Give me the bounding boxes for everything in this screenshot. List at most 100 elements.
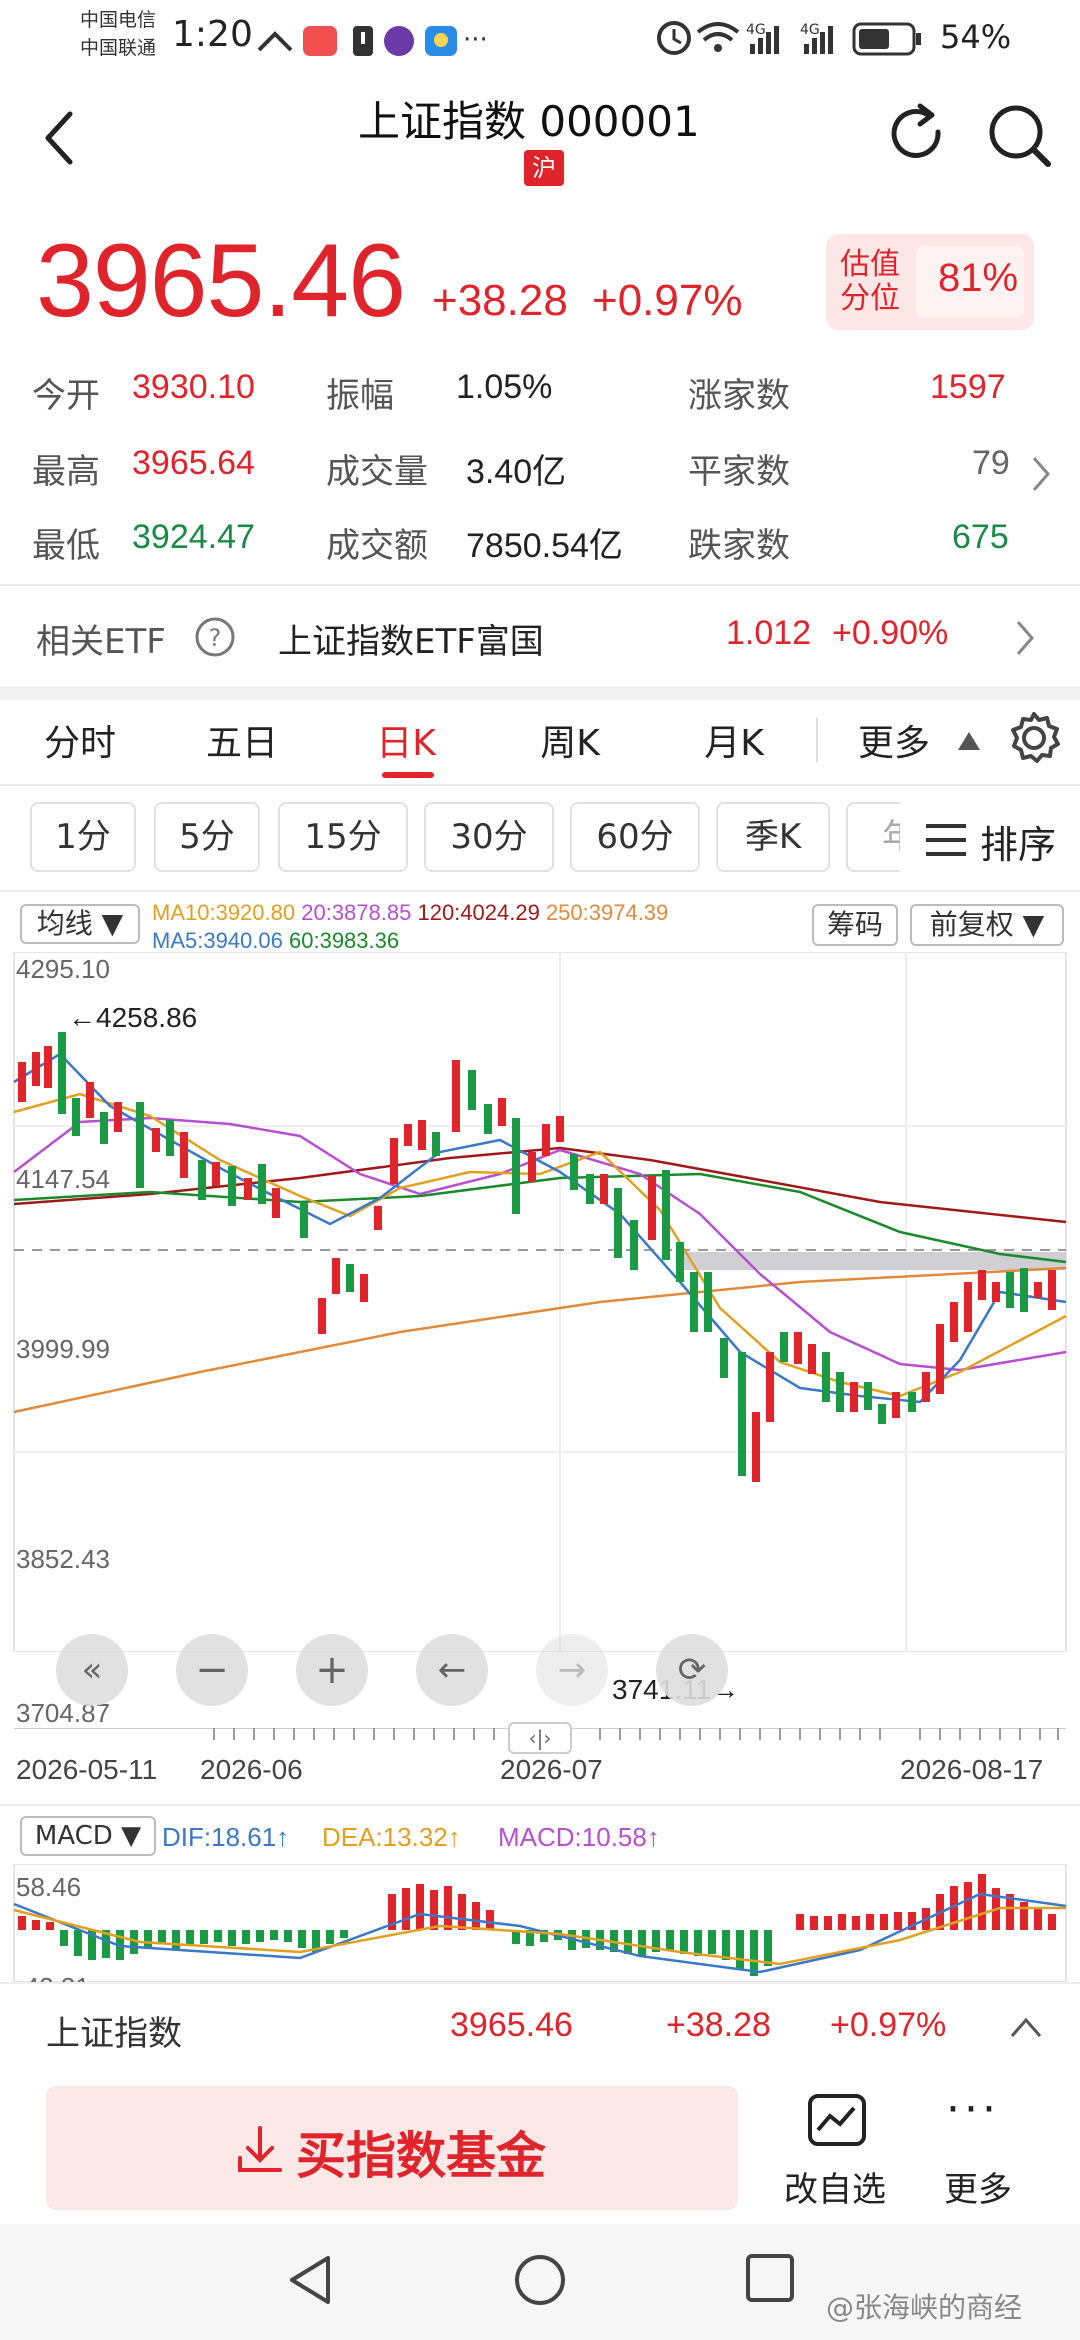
status-time: 1:20 <box>172 14 253 55</box>
stat-unchanged-label: 平家数 <box>688 452 790 492</box>
more-dots-icon[interactable]: ··· <box>946 2084 1000 2135</box>
macd-value: MACD:10.58↑ <box>498 1822 660 1852</box>
adjust-selector[interactable]: 前复权 ▼ <box>910 904 1064 946</box>
scroll-left-button[interactable]: ← <box>416 1634 488 1706</box>
nav-back-icon[interactable] <box>284 2252 336 2308</box>
refresh-icon[interactable] <box>884 102 950 168</box>
tab-daily-k[interactable]: 日K <box>356 714 456 766</box>
kline-chart[interactable]: 均线 ▼ MA10:3920.80 20:3878.85 120:4024.29… <box>0 892 1080 2002</box>
battery-percent: 54% <box>940 18 1012 56</box>
carrier-1: 中国电信 <box>80 9 157 31</box>
download-arrow-icon <box>238 2126 282 2172</box>
tab-weekly-k[interactable]: 周K <box>520 714 620 766</box>
zoom-out-button[interactable]: − <box>176 1634 248 1706</box>
ticker-change-pct: +0.97% <box>830 2006 947 2044</box>
stat-high-label: 最高 <box>32 452 100 492</box>
stat-open-value: 3930.10 <box>132 368 255 406</box>
ma250-label: 250:3974.39 <box>545 900 669 925</box>
ma-selector-label: 均线 <box>36 907 93 940</box>
valuation-label-2: 分位 <box>840 281 900 316</box>
price-change: +38.28 <box>432 276 568 325</box>
sort-button[interactable]: 排序 <box>980 814 1056 869</box>
adjust-selector-label: 前复权 <box>929 908 1014 941</box>
menu-icon[interactable] <box>924 820 968 860</box>
period-1min[interactable]: 1分 <box>30 802 136 872</box>
chip-distribution-button[interactable]: 筹码 <box>812 904 898 946</box>
edit-watchlist-icon[interactable] <box>806 2092 868 2150</box>
chevron-up-icon[interactable] <box>1008 2014 1044 2040</box>
svg-text:4G: 4G <box>746 22 766 38</box>
notification-icons: ··· <box>257 25 485 56</box>
valuation-badge[interactable]: 估值 分位 81% <box>826 234 1034 330</box>
ma60-label: 60:3983.36 <box>289 928 400 953</box>
nav-home-icon[interactable] <box>512 2252 568 2308</box>
stat-high-value: 3965.64 <box>132 444 255 482</box>
current-price: 3965.46 <box>36 223 406 339</box>
x-label-end: 2026-08-17 <box>900 1754 1044 1785</box>
stat-unchanged-value: 79 <box>972 444 1010 482</box>
x-label-july: 2026-07 <box>500 1754 603 1785</box>
stat-turnover-value: 7850.54亿 <box>466 527 623 565</box>
period-quarter-k[interactable]: 季K <box>716 802 830 872</box>
section-gap <box>0 686 1080 700</box>
tab-more[interactable]: 更多 <box>858 714 930 766</box>
zoom-in-button[interactable]: + <box>296 1634 368 1706</box>
period-15min[interactable]: 15分 <box>278 802 408 872</box>
buy-button-label: 买指数基金 <box>296 2127 546 2185</box>
tab-intraday[interactable]: 分时 <box>30 714 130 766</box>
indicator-selector-label: MACD <box>34 1821 113 1851</box>
ma-legend-row-1: MA10:3920.80 20:3878.85 120:4024.29 250:… <box>152 900 668 926</box>
period-5min[interactable]: 5分 <box>154 802 260 872</box>
action-bar: 买指数基金 改自选 ··· 更多 <box>0 2074 1080 2224</box>
question-circle-icon[interactable]: ? <box>194 616 236 658</box>
stat-amplitude-label: 振幅 <box>326 376 394 416</box>
back-arrow-icon[interactable] <box>40 108 80 168</box>
etf-change: +0.90% <box>832 614 949 652</box>
gear-icon[interactable] <box>1006 710 1062 766</box>
macd-dif: DIF:18.61↑ <box>162 1822 290 1852</box>
valuation-value: 81% <box>938 256 1019 300</box>
macd-plot[interactable] <box>0 1864 1080 1982</box>
y-label-2: 4147.54 <box>16 1164 110 1194</box>
stat-decliners-label: 跌家数 <box>688 526 790 566</box>
buy-index-fund-button[interactable]: 买指数基金 <box>46 2086 738 2210</box>
stat-low-label: 最低 <box>32 526 100 566</box>
tab-five-day[interactable]: 五日 <box>192 714 292 766</box>
macd-dea: DEA:13.32↑ <box>322 1822 461 1852</box>
ma20-label: 20:3878.85 <box>301 900 412 925</box>
scroll-right-button[interactable]: → <box>536 1634 608 1706</box>
kline-plot[interactable] <box>0 952 1080 1652</box>
stat-turnover-label: 成交额 <box>326 526 428 566</box>
triangle-up-icon <box>958 732 980 750</box>
indicator-selector[interactable]: MACD ▼ <box>20 1816 156 1856</box>
status-bar: 中国电信 中国联通 1:20 ··· 4G 4G 54% <box>0 0 1080 78</box>
system-icons: 4G 4G <box>657 21 921 56</box>
period-30min[interactable]: 30分 <box>424 802 554 872</box>
watermark: @张海峡的商经 <box>826 2291 1023 2324</box>
more-label[interactable]: 更多 <box>944 2162 1012 2211</box>
ma120-label: 120:4024.29 <box>417 900 540 925</box>
ma-selector[interactable]: 均线 ▼ <box>20 904 140 944</box>
bottom-ticker[interactable]: 上证指数 3965.46 +38.28 +0.97% <box>0 1982 1080 2072</box>
ma5-label: MA5:3940.06 <box>152 928 283 953</box>
stat-decliners-value: 675 <box>952 518 1009 556</box>
scroll-left-fast-button[interactable]: « <box>56 1634 128 1706</box>
etf-name: 上证指数ETF富国 <box>278 622 544 662</box>
chevron-right-icon[interactable] <box>1014 618 1038 658</box>
tab-monthly-k[interactable]: 月K <box>684 714 784 766</box>
related-etf-row[interactable]: 相关ETF ? 上证指数ETF富国 1.012 +0.90% <box>0 586 1080 686</box>
nav-recents-icon[interactable] <box>744 2252 796 2304</box>
edit-watchlist-label[interactable]: 改自选 <box>784 2162 886 2211</box>
ma-legend-row-2: MA5:3940.06 60:3983.36 <box>152 928 399 954</box>
stat-low-value: 3924.47 <box>132 518 255 556</box>
period-selector: 1分 5分 15分 30分 60分 季K 年 排序 <box>0 786 1080 890</box>
stat-volume-value: 3.40亿 <box>466 453 567 491</box>
period-60min[interactable]: 60分 <box>570 802 700 872</box>
drag-handle[interactable]: ‹|› <box>508 1722 572 1754</box>
x-label-start: 2026-05-11 <box>16 1754 158 1785</box>
svg-text:4G: 4G <box>800 22 820 38</box>
rotate-screen-button[interactable]: ⟳ <box>656 1634 728 1706</box>
chevron-right-icon[interactable] <box>1030 454 1054 494</box>
search-icon[interactable] <box>986 102 1056 172</box>
ticker-change: +38.28 <box>666 2006 771 2044</box>
